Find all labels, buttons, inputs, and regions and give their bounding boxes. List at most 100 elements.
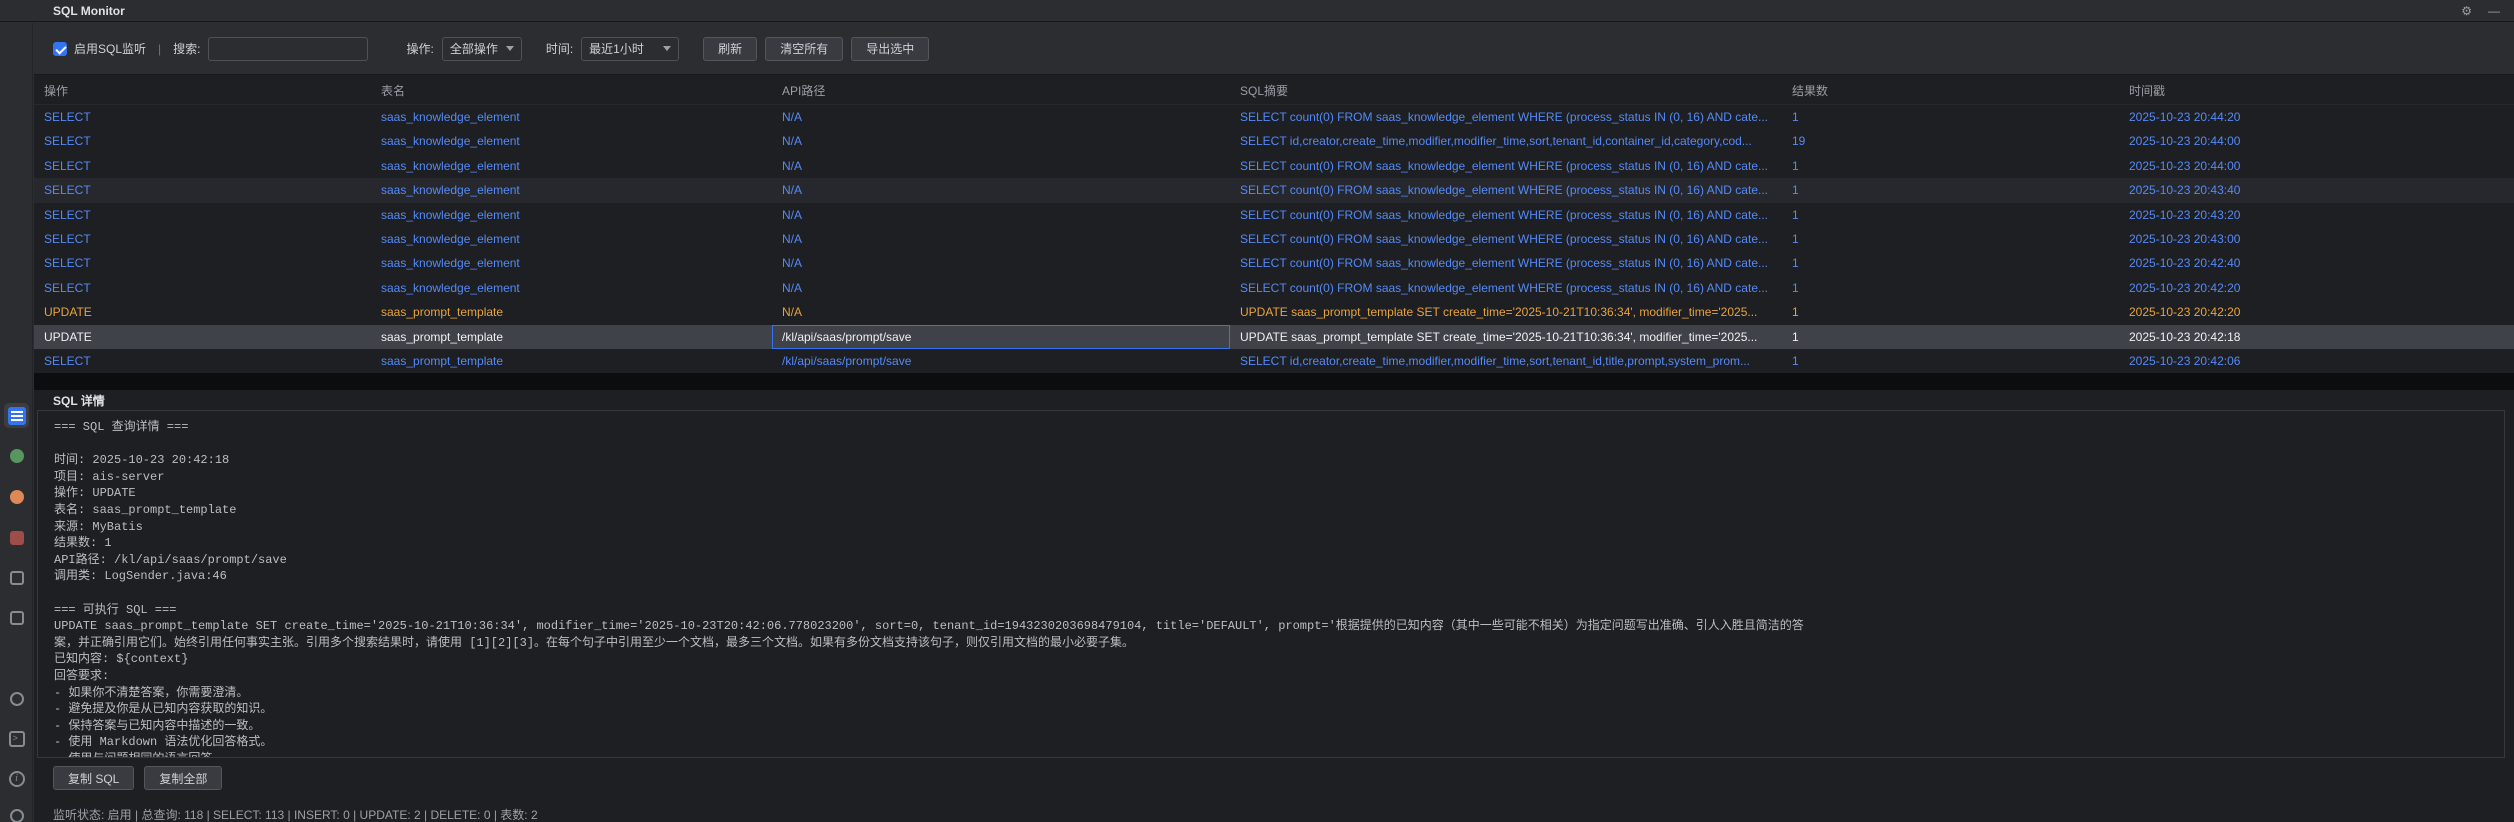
cell-time[interactable]: 2025-10-23 20:42:20 bbox=[2119, 300, 2514, 324]
cell-op[interactable]: SELECT bbox=[34, 203, 371, 227]
cell-op[interactable]: SELECT bbox=[34, 105, 371, 129]
column-header-4[interactable]: 结果数 bbox=[1782, 79, 2119, 104]
cell-table_name[interactable]: saas_knowledge_element bbox=[371, 276, 772, 300]
cell-api[interactable]: N/A bbox=[772, 178, 1230, 202]
column-header-0[interactable]: 操作 bbox=[34, 79, 371, 104]
cell-table_name[interactable]: saas_prompt_template bbox=[371, 300, 772, 324]
cell-table_name[interactable]: saas_knowledge_element bbox=[371, 154, 772, 178]
minimize-icon[interactable]: — bbox=[2488, 0, 2500, 22]
cell-count[interactable]: 1 bbox=[1782, 203, 2119, 227]
cell-sql[interactable]: SELECT count(0) FROM saas_knowledge_elem… bbox=[1230, 276, 1782, 300]
column-header-2[interactable]: API路径 bbox=[772, 79, 1230, 104]
cell-sql[interactable]: SELECT count(0) FROM saas_knowledge_elem… bbox=[1230, 178, 1782, 202]
cell-time[interactable]: 2025-10-23 20:44:20 bbox=[2119, 105, 2514, 129]
cell-sql[interactable]: SELECT count(0) FROM saas_knowledge_elem… bbox=[1230, 227, 1782, 251]
cell-api[interactable]: N/A bbox=[772, 227, 1230, 251]
cell-table_name[interactable]: saas_prompt_template bbox=[371, 325, 772, 349]
run-tool-icon[interactable] bbox=[4, 686, 29, 711]
cell-op[interactable]: SELECT bbox=[34, 276, 371, 300]
cell-op[interactable]: SELECT bbox=[34, 349, 371, 373]
cell-op[interactable]: SELECT bbox=[34, 251, 371, 275]
profiler-tool-icon[interactable] bbox=[4, 484, 29, 509]
cell-api[interactable]: N/A bbox=[772, 129, 1230, 153]
cell-op[interactable]: UPDATE bbox=[34, 300, 371, 324]
cell-api[interactable]: N/A bbox=[772, 276, 1230, 300]
bookmarks-tool-icon[interactable] bbox=[4, 605, 29, 630]
table-row[interactable]: SELECT saas_knowledge_element N/A SELECT co… bbox=[34, 178, 2514, 203]
cell-sql[interactable]: UPDATE saas_prompt_template SET create_t… bbox=[1230, 300, 1782, 324]
terminal-tool-icon[interactable]: > bbox=[4, 726, 29, 751]
copy-all-button[interactable]: 复制全部 bbox=[144, 766, 223, 790]
table-row[interactable]: SELECT saas_knowledge_element N/A SELECT id… bbox=[34, 129, 2514, 153]
cell-time[interactable]: 2025-10-23 20:43:40 bbox=[2119, 178, 2514, 202]
cell-op[interactable]: SELECT bbox=[34, 227, 371, 251]
cell-time[interactable]: 2025-10-23 20:43:20 bbox=[2119, 203, 2514, 227]
column-header-1[interactable]: 表名 bbox=[371, 79, 772, 104]
cell-sql[interactable]: SELECT count(0) FROM saas_knowledge_elem… bbox=[1230, 203, 1782, 227]
column-header-5[interactable]: 时间戳 bbox=[2119, 79, 2514, 104]
table-row[interactable]: SELECT saas_knowledge_element N/A SELECT co… bbox=[34, 276, 2514, 300]
cell-sql[interactable]: SELECT id,creator,create_time,modifier,m… bbox=[1230, 349, 1782, 373]
cell-count[interactable]: 1 bbox=[1782, 154, 2119, 178]
cell-sql[interactable]: SELECT id,creator,create_time,modifier,m… bbox=[1230, 129, 1782, 153]
column-header-3[interactable]: SQL摘要 bbox=[1230, 79, 1782, 104]
cell-table_name[interactable]: saas_knowledge_element bbox=[371, 227, 772, 251]
cell-api[interactable]: N/A bbox=[772, 154, 1230, 178]
table-row[interactable]: SELECT saas_knowledge_element N/A SELECT co… bbox=[34, 251, 2514, 275]
commit-tool-icon[interactable] bbox=[4, 803, 29, 822]
cell-count[interactable]: 1 bbox=[1782, 349, 2119, 373]
cell-api[interactable]: N/A bbox=[772, 300, 1230, 324]
table-row[interactable]: UPDATE saas_prompt_template/kl/api/saas/p… bbox=[34, 324, 2514, 349]
cell-table_name[interactable]: saas_knowledge_element bbox=[371, 129, 772, 153]
time-filter-select[interactable]: 最近1小时 bbox=[581, 36, 680, 61]
services-tool-icon[interactable] bbox=[4, 443, 29, 468]
cell-sql[interactable]: SELECT count(0) FROM saas_knowledge_elem… bbox=[1230, 251, 1782, 275]
search-input[interactable] bbox=[208, 36, 369, 61]
action-filter-select[interactable]: 全部操作 bbox=[441, 36, 522, 61]
cell-api[interactable]: N/A bbox=[772, 105, 1230, 129]
table-row[interactable]: SELECT saas_knowledge_element N/A SELECT co… bbox=[34, 154, 2514, 178]
cell-count[interactable]: 1 bbox=[1782, 227, 2119, 251]
refresh-button[interactable]: 刷新 bbox=[703, 36, 758, 61]
table-row[interactable]: UPDATE saas_prompt_template N/A UPDATE saas… bbox=[34, 300, 2514, 324]
panel-splitter[interactable] bbox=[34, 373, 2514, 390]
cell-time[interactable]: 2025-10-23 20:42:40 bbox=[2119, 251, 2514, 275]
cell-time[interactable]: 2025-10-23 20:42:20 bbox=[2119, 276, 2514, 300]
export-selected-button[interactable]: 导出选中 bbox=[851, 36, 930, 61]
cell-table_name[interactable]: saas_prompt_template bbox=[371, 349, 772, 373]
cell-count[interactable]: 1 bbox=[1782, 251, 2119, 275]
cell-table_name[interactable]: saas_knowledge_element bbox=[371, 251, 772, 275]
sql-monitor-tool-icon[interactable] bbox=[4, 403, 29, 428]
table-row[interactable]: SELECT saas_knowledge_element N/A SELECT co… bbox=[34, 227, 2514, 251]
cell-api[interactable]: N/A bbox=[772, 251, 1230, 275]
cell-table_name[interactable]: saas_knowledge_element bbox=[371, 105, 772, 129]
cell-api[interactable]: /kl/api/saas/prompt/save bbox=[772, 325, 1230, 349]
cell-time[interactable]: 2025-10-23 20:42:18 bbox=[2119, 325, 2514, 349]
clear-all-button[interactable]: 清空所有 bbox=[765, 36, 844, 61]
cell-count[interactable]: 1 bbox=[1782, 300, 2119, 324]
cell-sql[interactable]: UPDATE saas_prompt_template SET create_t… bbox=[1230, 325, 1782, 349]
table-row[interactable]: SELECT saas_knowledge_element N/A SELECT co… bbox=[34, 203, 2514, 227]
cell-api[interactable]: N/A bbox=[772, 203, 1230, 227]
cell-time[interactable]: 2025-10-23 20:43:00 bbox=[2119, 227, 2514, 251]
cell-sql[interactable]: SELECT count(0) FROM saas_knowledge_elem… bbox=[1230, 154, 1782, 178]
cell-op[interactable]: SELECT bbox=[34, 178, 371, 202]
cell-op[interactable]: UPDATE bbox=[34, 325, 371, 349]
structure-tool-icon[interactable] bbox=[4, 565, 29, 590]
cell-sql[interactable]: SELECT count(0) FROM saas_knowledge_elem… bbox=[1230, 105, 1782, 129]
cell-time[interactable]: 2025-10-23 20:44:00 bbox=[2119, 154, 2514, 178]
table-row[interactable]: SELECT saas_prompt_template/kl/api/saas/p… bbox=[34, 349, 2514, 373]
cell-table_name[interactable]: saas_knowledge_element bbox=[371, 203, 772, 227]
cell-api[interactable]: /kl/api/saas/prompt/save bbox=[772, 349, 1230, 373]
gear-icon[interactable]: ⚙ bbox=[2461, 0, 2472, 22]
cell-count[interactable]: 1 bbox=[1782, 276, 2119, 300]
cell-time[interactable]: 2025-10-23 20:42:06 bbox=[2119, 349, 2514, 373]
cell-time[interactable]: 2025-10-23 20:44:00 bbox=[2119, 129, 2514, 153]
cell-count[interactable]: 1 bbox=[1782, 325, 2119, 349]
notifications-tool-icon[interactable]: i bbox=[4, 766, 29, 791]
cell-count[interactable]: 19 bbox=[1782, 129, 2119, 153]
cell-count[interactable]: 1 bbox=[1782, 105, 2119, 129]
table-row[interactable]: SELECT saas_knowledge_element N/A SELECT co… bbox=[34, 105, 2514, 129]
cell-op[interactable]: SELECT bbox=[34, 154, 371, 178]
problems-tool-icon[interactable] bbox=[4, 525, 29, 550]
